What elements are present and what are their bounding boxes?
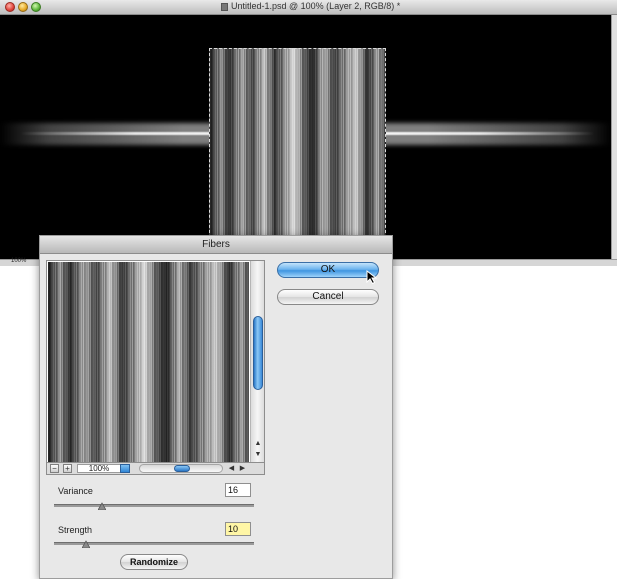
- zoom-out-button[interactable]: −: [50, 464, 59, 473]
- zoom-stepper[interactable]: [120, 464, 130, 473]
- preview-vertical-scrollbar[interactable]: ▲ ▼: [250, 261, 264, 462]
- strength-slider[interactable]: [54, 540, 254, 548]
- slider-knob-icon[interactable]: [98, 502, 106, 510]
- preview-frame: ▲ ▼: [46, 260, 265, 463]
- document-window: Untitled-1.psd @ 100% (Layer 2, RGB/8) *: [0, 0, 617, 262]
- strength-field[interactable]: 10: [225, 522, 251, 536]
- preview-controls: − + 100% ◀ ▶: [46, 463, 265, 475]
- document-scrollbar[interactable]: [611, 15, 617, 259]
- close-icon[interactable]: [5, 2, 15, 12]
- scroll-left-icon[interactable]: ◀: [227, 464, 236, 473]
- status-zoom-level: 100%: [11, 258, 27, 264]
- image-canvas[interactable]: [0, 15, 611, 259]
- strength-label: Strength: [58, 525, 93, 535]
- document-icon: [221, 3, 228, 11]
- window-titlebar[interactable]: Untitled-1.psd @ 100% (Layer 2, RGB/8) *: [0, 0, 617, 15]
- dialog-title[interactable]: Fibers: [40, 236, 392, 254]
- variance-slider[interactable]: [54, 502, 254, 510]
- zoom-in-button[interactable]: +: [63, 464, 72, 473]
- preview-zoom-value[interactable]: 100%: [77, 464, 121, 473]
- window-title: Untitled-1.psd @ 100% (Layer 2, RGB/8) *: [231, 1, 401, 11]
- scroll-down-icon[interactable]: ▼: [253, 450, 263, 460]
- filter-preview[interactable]: [48, 262, 249, 462]
- scroll-up-icon[interactable]: ▲: [253, 439, 263, 449]
- cancel-button[interactable]: Cancel: [277, 289, 379, 305]
- mouse-cursor-icon: [366, 270, 378, 284]
- vertical-scroll-thumb[interactable]: [253, 316, 263, 390]
- preview-horizontal-scrollbar[interactable]: [139, 464, 223, 473]
- randomize-button[interactable]: Randomize: [120, 554, 188, 570]
- scroll-right-icon[interactable]: ▶: [238, 464, 247, 473]
- fibers-selection[interactable]: [209, 48, 386, 238]
- ok-button[interactable]: OK: [277, 262, 379, 278]
- fibers-dialog: Fibers ▲ ▼ − + 100% ◀ ▶ OK Cancel Varian…: [39, 235, 393, 579]
- variance-label: Variance: [58, 486, 93, 496]
- slider-knob-icon[interactable]: [82, 540, 90, 548]
- minimize-icon[interactable]: [18, 2, 28, 12]
- variance-field[interactable]: 16: [225, 483, 251, 497]
- zoom-icon[interactable]: [31, 2, 41, 12]
- horizontal-scroll-thumb[interactable]: [174, 465, 190, 472]
